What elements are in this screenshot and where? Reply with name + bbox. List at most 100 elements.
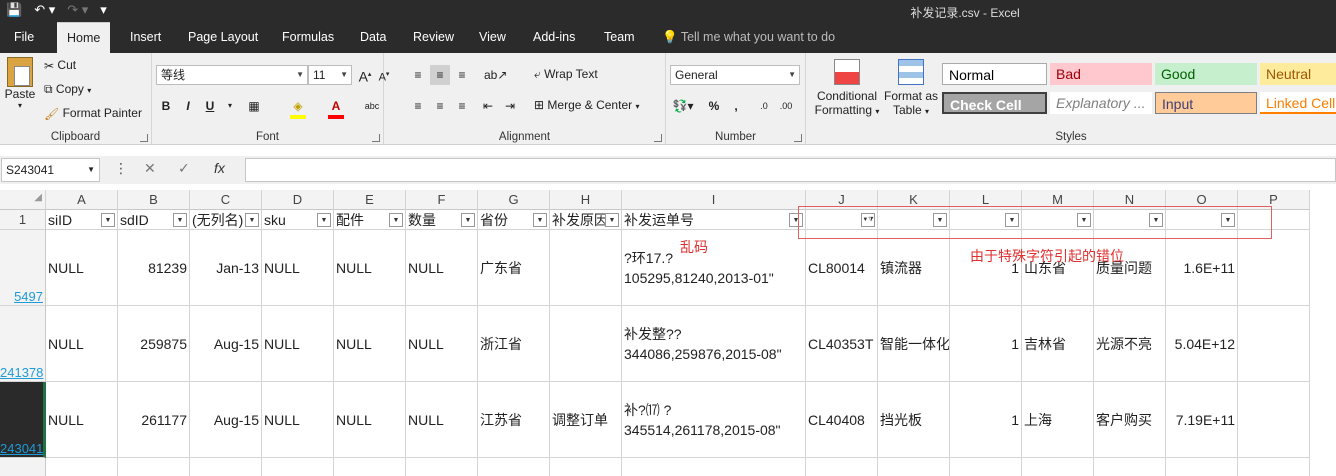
italic-button[interactable]: I — [178, 96, 198, 116]
cell-d[interactable]: NULL — [262, 382, 334, 458]
cell-m[interactable]: 吉林省 — [1022, 306, 1094, 382]
alignment-launcher-icon[interactable] — [654, 134, 662, 142]
font-color-icon[interactable]: A — [326, 96, 346, 116]
copy-button[interactable]: ⧉ Copy ▾ — [44, 82, 91, 97]
cut-button[interactable]: ✂ Cut — [44, 58, 76, 73]
column-header-d[interactable]: D — [262, 190, 334, 210]
cell-o[interactable]: 1.6E+11 — [1166, 230, 1238, 306]
cell-d[interactable] — [262, 458, 334, 476]
cell-l[interactable]: 1 — [950, 230, 1022, 306]
cell-b[interactable]: 81239 — [118, 230, 190, 306]
tab-add-ins[interactable]: Add-ins — [523, 22, 585, 53]
font-launcher-icon[interactable] — [372, 134, 380, 142]
header-cell-i[interactable]: 补发运单号 ▼ — [622, 210, 806, 230]
column-header-e[interactable]: E — [334, 190, 406, 210]
style-bad[interactable]: Bad — [1050, 63, 1152, 85]
underline-button[interactable]: U — [200, 96, 220, 116]
filter-dropdown-icon[interactable]: ▼ — [605, 213, 619, 227]
column-header-b[interactable]: B — [118, 190, 190, 210]
filter-dropdown-icon[interactable]: ▼ — [533, 213, 547, 227]
cell-l[interactable]: 1 — [950, 306, 1022, 382]
clipboard-launcher-icon[interactable] — [140, 134, 148, 142]
cell-m[interactable]: 上海 — [1022, 382, 1094, 458]
align-right-icon[interactable]: ≡ — [452, 96, 472, 116]
cell-c[interactable]: Aug-15 — [190, 306, 262, 382]
column-header-f[interactable]: F — [406, 190, 478, 210]
cell-f[interactable]: NULL — [406, 230, 478, 306]
cell-g[interactable] — [478, 458, 550, 476]
cell-o[interactable]: 7.19E+11 — [1166, 382, 1238, 458]
cell-h[interactable] — [550, 306, 622, 382]
header-cell-d[interactable]: sku ▼ — [262, 210, 334, 230]
tab-view[interactable]: View — [469, 22, 516, 53]
style-check-cell[interactable]: Check Cell — [942, 92, 1047, 114]
column-header-g[interactable]: G — [478, 190, 550, 210]
cell-m[interactable]: 山东省 — [1022, 230, 1094, 306]
tab-formulas[interactable]: Formulas — [272, 22, 344, 53]
bold-button[interactable]: B — [156, 96, 176, 116]
filter-dropdown-icon[interactable]: ▼ — [245, 213, 259, 227]
row-header[interactable]: 243041 — [0, 382, 46, 458]
cell-j[interactable] — [806, 458, 878, 476]
cell-a[interactable]: NULL — [46, 382, 118, 458]
decrease-decimal-button[interactable]: .00 — [776, 96, 796, 116]
cell-i[interactable]: ?环17.? 105295,81240,2013-01" — [622, 230, 806, 306]
cell-e[interactable] — [334, 458, 406, 476]
align-center-icon[interactable]: ≡ — [430, 96, 450, 116]
cell-e[interactable]: NULL — [334, 382, 406, 458]
header-cell-a[interactable]: siID ▼ — [46, 210, 118, 230]
redo-icon[interactable]: ↷ ▾ — [67, 2, 88, 18]
cell-k[interactable]: 镇流器 — [878, 230, 950, 306]
align-middle-icon[interactable]: ≡ — [430, 65, 450, 85]
cell-n[interactable]: 客户购买 — [1094, 382, 1166, 458]
select-all-corner[interactable]: ◢ — [0, 190, 46, 210]
style-normal[interactable]: Normal — [942, 63, 1047, 85]
cell-g[interactable]: 广东省 — [478, 230, 550, 306]
cell-k[interactable] — [878, 458, 950, 476]
comma-button[interactable]: , — [726, 96, 746, 116]
cell-b[interactable]: 261177 — [118, 382, 190, 458]
filter-dropdown-icon[interactable]: ▼ — [389, 213, 403, 227]
cell-n[interactable]: 质量问题 — [1094, 230, 1166, 306]
cell-o[interactable]: 5.04E+12 — [1166, 306, 1238, 382]
column-header-a[interactable]: A — [46, 190, 118, 210]
column-header-h[interactable]: H — [550, 190, 622, 210]
enter-icon[interactable]: ✓ — [178, 160, 190, 177]
cell-j[interactable]: CL40353T — [806, 306, 878, 382]
cell-f[interactable]: NULL — [406, 306, 478, 382]
wrap-text-button[interactable]: ⤶ Wrap Text — [534, 67, 598, 82]
insert-function-button[interactable]: fx — [214, 160, 225, 176]
tab-data[interactable]: Data — [350, 22, 396, 53]
cell-c[interactable]: Aug-15 — [190, 382, 262, 458]
filter-dropdown-icon[interactable]: ▼ — [317, 213, 331, 227]
cell-p[interactable] — [1238, 382, 1310, 458]
borders-icon[interactable]: ▦ — [244, 96, 264, 116]
cell-h[interactable] — [550, 458, 622, 476]
number-format-select[interactable]: General ▼ — [670, 65, 800, 85]
cell-p[interactable] — [1238, 230, 1310, 306]
style-explanatory[interactable]: Explanatory ... — [1050, 92, 1152, 114]
cell-k[interactable]: 挡光板 — [878, 382, 950, 458]
row-header[interactable] — [0, 458, 46, 476]
orientation-icon[interactable]: ab↗ — [484, 65, 507, 85]
cell-k[interactable]: 智能一体化 — [878, 306, 950, 382]
cell-b[interactable]: 259875 — [118, 306, 190, 382]
tab-page-layout[interactable]: Page Layout — [178, 22, 268, 53]
cell-a[interactable] — [46, 458, 118, 476]
font-size-select[interactable]: 11 ▼ — [308, 65, 352, 85]
cell-i[interactable] — [622, 458, 806, 476]
cell-j[interactable]: CL40408 — [806, 382, 878, 458]
tab-insert[interactable]: Insert — [120, 22, 171, 53]
cell-f[interactable]: NULL — [406, 382, 478, 458]
column-header-i[interactable]: I — [622, 190, 806, 210]
cell-i[interactable]: 补?⒄ ? 345514,261178,2015-08" — [622, 382, 806, 458]
cell-p[interactable] — [1238, 458, 1310, 476]
row-header-1[interactable]: 1 — [0, 210, 46, 230]
header-cell-e[interactable]: 配件 ▼ — [334, 210, 406, 230]
percent-button[interactable]: % — [704, 96, 724, 116]
grow-font-button[interactable]: A▴ — [355, 65, 375, 85]
tab-home[interactable]: Home — [57, 22, 111, 53]
increase-decimal-button[interactable]: .0 — [754, 96, 774, 116]
cancel-icon[interactable]: ✕ — [144, 160, 156, 177]
tab-review[interactable]: Review — [403, 22, 464, 53]
